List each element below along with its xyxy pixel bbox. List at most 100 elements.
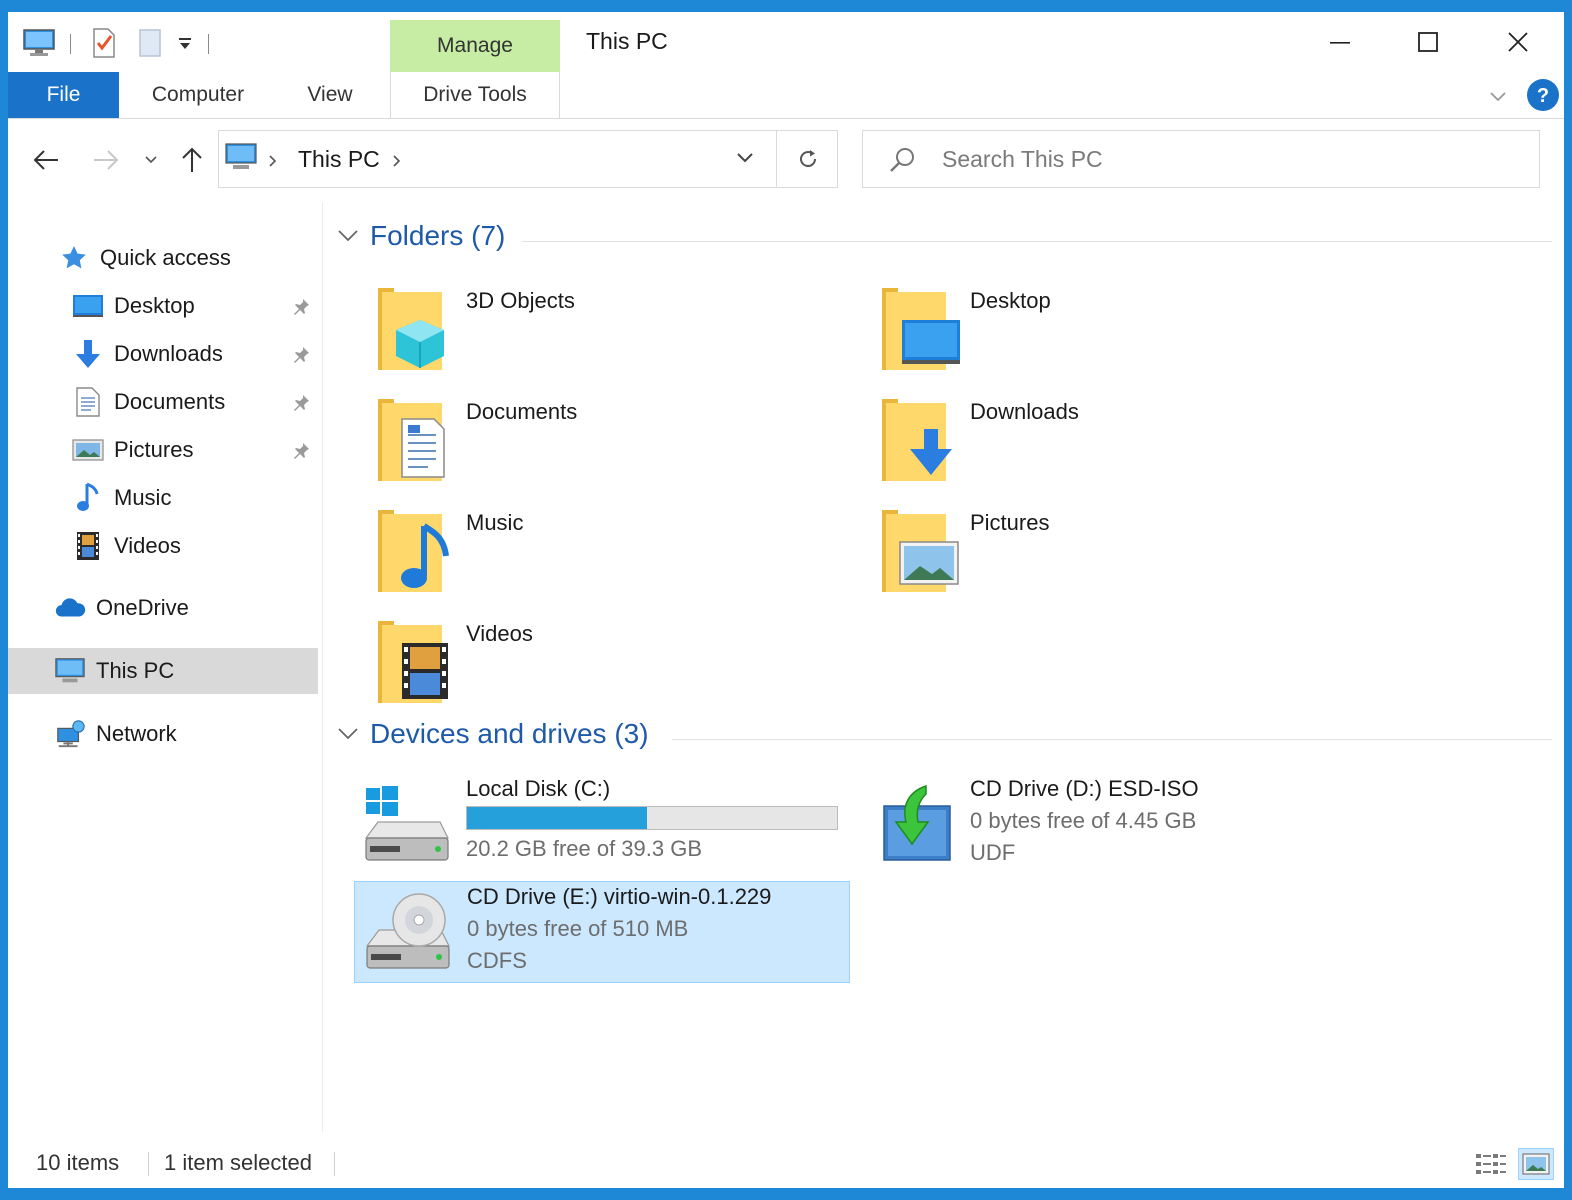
drive-local-disk-c[interactable]: Local Disk (C:) 20.2 GB free of 39.3 GB — [354, 774, 850, 876]
minimize-icon — [1330, 42, 1350, 44]
network-icon — [54, 718, 86, 750]
drive-usage-fill — [467, 807, 647, 829]
folder-name: Desktop — [970, 288, 1051, 313]
sidebar-item-videos[interactable]: Videos — [72, 526, 181, 566]
sidebar-item-music[interactable]: Music — [72, 478, 171, 518]
pin-icon[interactable] — [290, 344, 312, 366]
picture-icon — [72, 434, 104, 466]
folder-documents-icon — [378, 399, 445, 481]
computer-icon — [54, 655, 86, 687]
pin-icon[interactable] — [290, 392, 312, 414]
details-view-button[interactable] — [1474, 1150, 1508, 1178]
breadcrumb-chevron-icon — [268, 154, 278, 173]
folder-documents[interactable]: Documents — [376, 393, 856, 493]
star-icon — [58, 242, 90, 274]
sidebar-item-label: Quick access — [100, 245, 231, 270]
file-explorer-window: Manage This PC File Computer View Drive … — [8, 12, 1564, 1188]
sidebar-item-this-pc[interactable]: This PC — [54, 651, 174, 691]
large-icons-view-icon — [1522, 1153, 1550, 1175]
sidebar-item-downloads[interactable]: Downloads — [72, 334, 223, 374]
tab-computer[interactable]: Computer — [134, 72, 262, 118]
search-icon — [888, 146, 916, 179]
drive-name: Local Disk (C:) — [466, 776, 611, 801]
up-arrow-icon — [182, 147, 202, 172]
folder-name: Pictures — [970, 510, 1050, 535]
expand-ribbon-chevron-icon[interactable] — [1486, 86, 1510, 106]
help-icon[interactable]: ? — [1526, 78, 1560, 112]
chevron-down-icon — [336, 228, 364, 244]
drive-free-space: 0 bytes free of 510 MB — [467, 916, 689, 941]
tab-file[interactable]: File — [8, 72, 119, 118]
back-button[interactable] — [28, 140, 64, 180]
forward-button[interactable] — [88, 140, 124, 180]
breadcrumb-chevron-icon[interactable] — [392, 154, 402, 173]
close-button[interactable] — [1474, 16, 1562, 68]
tab-view[interactable]: View — [290, 72, 370, 118]
sidebar-item-pictures[interactable]: Pictures — [72, 430, 193, 470]
details-view-icon — [1476, 1154, 1506, 1174]
drive-file-system: CDFS — [467, 948, 527, 973]
group-divider — [672, 739, 1552, 740]
folder-downloads-icon — [882, 399, 952, 481]
windows-hard-drive-icon — [364, 786, 449, 861]
sidebar-item-desktop[interactable]: Desktop — [72, 286, 195, 326]
search-input[interactable]: Search This PC — [942, 146, 1103, 173]
new-folder-icon[interactable] — [132, 26, 168, 60]
desktop-icon — [72, 290, 104, 322]
status-separator — [334, 1152, 335, 1176]
maximize-button[interactable] — [1384, 16, 1472, 68]
pane-separator — [322, 202, 323, 1132]
folder-name: 3D Objects — [466, 288, 575, 313]
sidebar-item-label: Downloads — [114, 341, 223, 366]
close-icon — [1508, 32, 1528, 52]
computer-icon[interactable] — [18, 26, 60, 60]
folder-music-icon — [378, 510, 449, 592]
customize-dropdown-icon[interactable] — [172, 26, 198, 60]
breadcrumb-this-pc[interactable]: This PC — [298, 146, 380, 173]
large-icons-view-button[interactable] — [1518, 1148, 1554, 1180]
maximize-icon — [1418, 32, 1438, 52]
drive-cd-d-esd-iso[interactable]: CD Drive (D:) ESD-ISO 0 bytes free of 4.… — [858, 774, 1354, 876]
window-title: This PC — [586, 28, 668, 54]
film-strip-icon — [72, 530, 104, 562]
drives-group-header[interactable]: Devices and drives (3) — [336, 718, 649, 750]
sidebar-item-onedrive[interactable]: OneDrive — [54, 588, 189, 628]
folder-desktop[interactable]: Desktop — [880, 282, 1360, 382]
folder-pictures[interactable]: Pictures — [880, 504, 1360, 604]
folder-desktop-icon — [882, 288, 960, 370]
recent-locations-button[interactable] — [136, 140, 166, 180]
properties-check-icon[interactable] — [86, 26, 122, 60]
back-arrow-icon — [33, 150, 58, 170]
folder-3d-objects[interactable]: 3D Objects — [376, 282, 856, 382]
folder-downloads[interactable]: Downloads — [880, 393, 1360, 493]
folder-name: Music — [466, 510, 524, 535]
toolbar-separator — [208, 34, 209, 54]
pin-icon[interactable] — [290, 296, 312, 318]
status-selection: 1 item selected — [164, 1150, 312, 1175]
minimize-button[interactable] — [1296, 16, 1384, 68]
group-title: Devices and drives (3) — [370, 718, 649, 749]
folder-pictures-icon — [882, 510, 959, 592]
sidebar-item-documents[interactable]: Documents — [72, 382, 225, 422]
drive-cd-e-virtio-win[interactable]: CD Drive (E:) virtio-win-0.1.229 0 bytes… — [354, 881, 850, 983]
drive-name: CD Drive (E:) virtio-win-0.1.229 — [467, 884, 772, 909]
address-dropdown-icon[interactable] — [734, 150, 762, 170]
chevron-down-icon — [336, 726, 364, 742]
tab-drive-tools[interactable]: Drive Tools — [390, 72, 560, 118]
cd-drive-install-icon — [883, 784, 951, 861]
sidebar-item-label: Network — [96, 721, 177, 746]
music-note-icon — [72, 482, 104, 514]
up-button[interactable] — [174, 140, 210, 180]
refresh-button[interactable] — [776, 130, 838, 188]
drive-free-space: 0 bytes free of 4.45 GB — [970, 808, 1197, 833]
sidebar-item-label: Pictures — [114, 437, 194, 462]
folder-videos[interactable]: Videos — [376, 615, 856, 715]
sidebar-item-network[interactable]: Network — [54, 714, 177, 754]
folder-music[interactable]: Music — [376, 504, 856, 604]
manage-context-tab[interactable]: Manage — [390, 20, 560, 72]
cloud-icon — [54, 592, 86, 624]
folders-group-header[interactable]: Folders (7) — [336, 220, 505, 252]
sidebar-item-quick-access[interactable]: Quick access — [58, 238, 231, 278]
pin-icon[interactable] — [290, 440, 312, 462]
cd-drive-disc-icon — [365, 893, 450, 969]
